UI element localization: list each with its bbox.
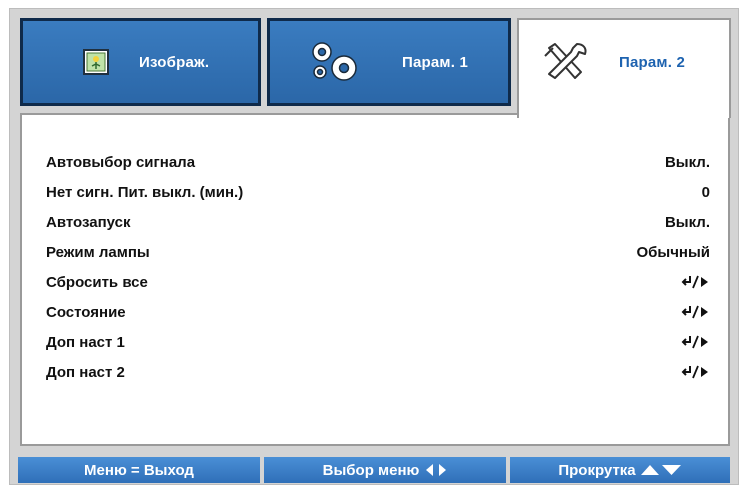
tab-params-2-label: Парам. 2: [619, 53, 686, 71]
tab-image-label: Изображ.: [139, 53, 210, 71]
footer-scroll-label: Прокрутка: [558, 461, 636, 479]
menu-item-value: 0: [701, 183, 710, 201]
tab-params-1-label: Парам. 1: [402, 53, 469, 71]
footer-select-label: Выбор меню: [322, 461, 420, 479]
menu-item-auto-power-on[interactable]: Автозапуск Выкл.: [46, 209, 710, 235]
menu-item-label: Автовыбор сигнала: [46, 153, 196, 171]
footer-exit-label: Меню = Выход: [84, 461, 194, 479]
footer-scroll-hint: Прокрутка: [510, 457, 730, 483]
left-right-arrows-icon: [425, 463, 447, 477]
tab-image[interactable]: Изображ.: [20, 18, 261, 106]
image-icon: [83, 49, 109, 75]
menu-item-label: Состояние: [46, 303, 126, 321]
menu-item-label: Доп наст 2: [46, 363, 125, 381]
enter-submenu-icon: [680, 335, 710, 349]
menu-item-label: Автозапуск: [46, 213, 131, 231]
menu-item-auto-source[interactable]: Автовыбор сигнала Выкл.: [46, 149, 710, 175]
menu-item-value: Выкл.: [664, 153, 710, 171]
menu-item-status[interactable]: Состояние: [46, 299, 710, 325]
menu-item-label: Доп наст 1: [46, 333, 125, 351]
up-down-arrows-icon: [640, 463, 682, 477]
menu-item-label: Нет сигн. Пит. выкл. (мин.): [46, 183, 244, 201]
enter-submenu-icon: [680, 305, 710, 319]
menu-item-reset-all[interactable]: Сбросить все: [46, 269, 710, 295]
enter-submenu-icon: [680, 365, 710, 379]
menu-item-label: Сбросить все: [46, 273, 148, 291]
osd-menu-frame: Изображ. Парам. 1 Парам. 2 Автовыбор сиг…: [9, 8, 739, 485]
menu-item-advanced-1[interactable]: Доп наст 1: [46, 329, 710, 355]
settings-panel: Автовыбор сигнала Выкл. Нет сигн. Пит. в…: [20, 113, 730, 446]
menu-item-value: Выкл.: [664, 213, 710, 231]
footer-select-hint: Выбор меню: [264, 457, 506, 483]
menu-item-advanced-2[interactable]: Доп наст 2: [46, 359, 710, 385]
menu-item-label: Режим лампы: [46, 243, 150, 261]
menu-item-no-signal-power-off[interactable]: Нет сигн. Пит. выкл. (мин.) 0: [46, 179, 710, 205]
menu-item-value: Обычный: [636, 243, 710, 261]
gears-icon: [308, 40, 364, 84]
tab-params-2[interactable]: Парам. 2: [517, 18, 731, 118]
menu-item-lamp-mode[interactable]: Режим лампы Обычный: [46, 239, 710, 265]
tools-icon: [541, 40, 591, 84]
footer-exit-hint: Меню = Выход: [18, 457, 260, 483]
enter-submenu-icon: [680, 275, 710, 289]
tab-params-1[interactable]: Парам. 1: [267, 18, 511, 106]
